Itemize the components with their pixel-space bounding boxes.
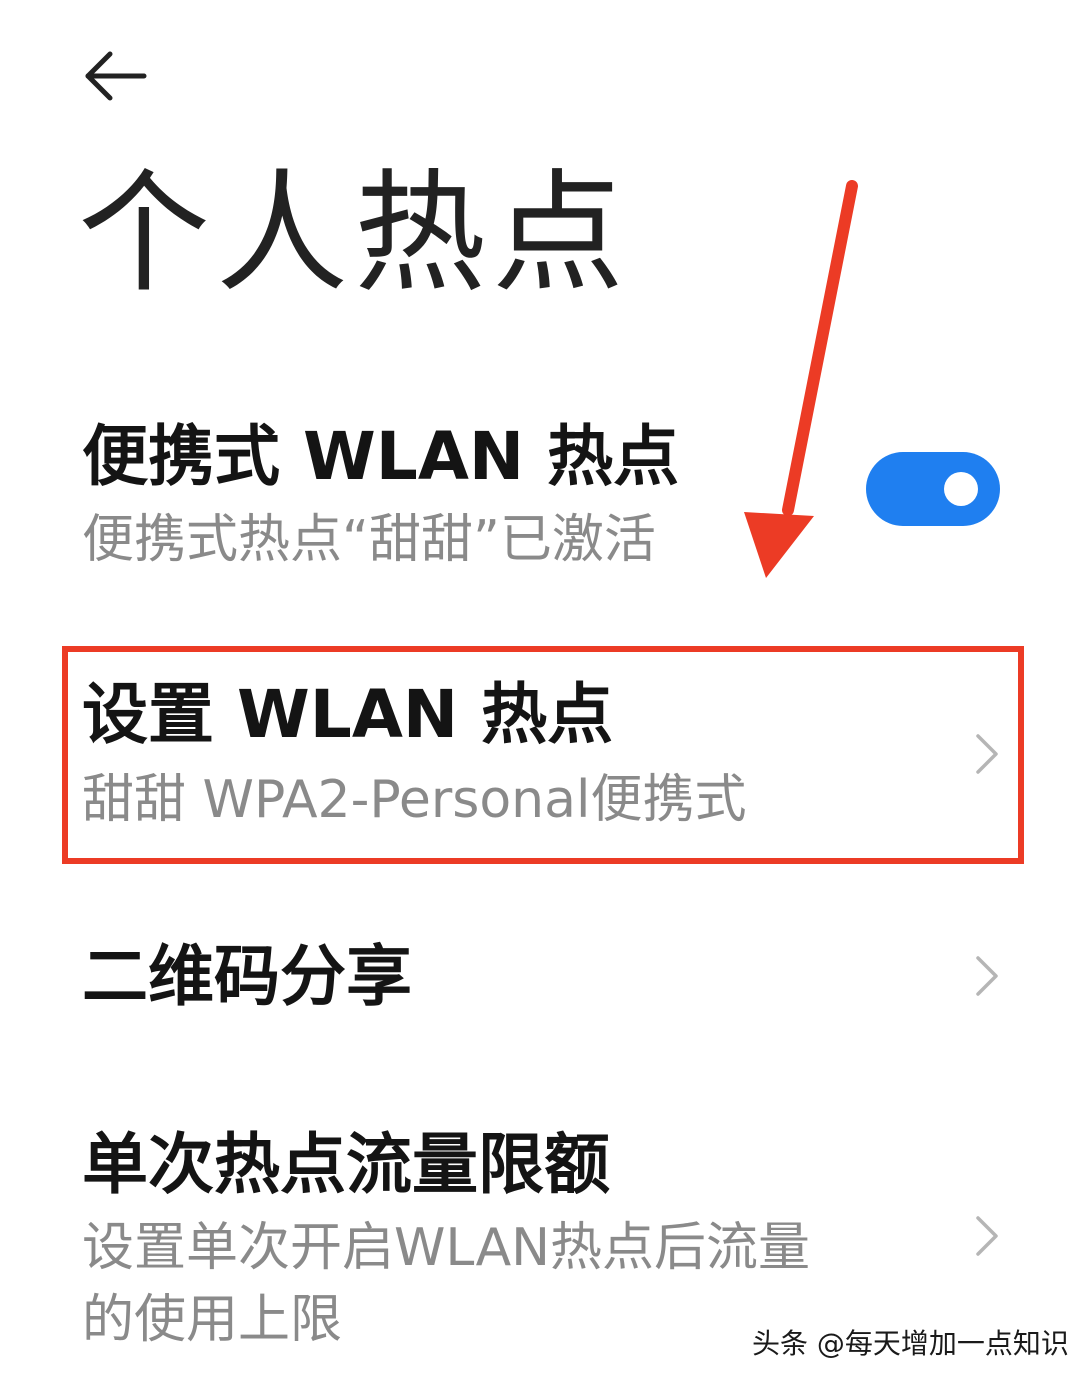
page-title: 个人热点 bbox=[78, 157, 630, 311]
data-limit-subtitle-line2: 的使用上限 bbox=[82, 1290, 343, 1350]
back-arrow-icon bbox=[85, 51, 147, 101]
chevron-right-icon bbox=[976, 956, 998, 996]
setup-hotspot-title: 设置 WLAN 热点 bbox=[82, 676, 614, 753]
toggle-knob bbox=[944, 472, 978, 506]
portable-hotspot-title: 便携式 WLAN 热点 bbox=[82, 418, 680, 495]
back-button[interactable] bbox=[80, 48, 152, 104]
chevron-right-icon bbox=[976, 1216, 998, 1256]
watermark-text: 头条 @每天增加一点知识 bbox=[752, 1327, 1069, 1360]
qr-share-title: 二维码分享 bbox=[82, 938, 412, 1015]
portable-hotspot-status: 便携式热点“甜甜”已激活 bbox=[82, 510, 656, 570]
data-limit-title: 单次热点流量限额 bbox=[82, 1126, 610, 1203]
chevron-right-icon bbox=[976, 734, 998, 774]
hotspot-toggle[interactable] bbox=[866, 452, 1000, 526]
setup-hotspot-row[interactable]: 设置 WLAN 热点 甜甜 WPA2-Personal便携式 bbox=[0, 652, 1080, 852]
data-limit-subtitle-line1: 设置单次开启WLAN热点后流量 bbox=[82, 1218, 811, 1278]
qr-share-row[interactable]: 二维码分享 bbox=[0, 900, 1080, 1060]
setup-hotspot-subtitle: 甜甜 WPA2-Personal便携式 bbox=[82, 770, 747, 830]
